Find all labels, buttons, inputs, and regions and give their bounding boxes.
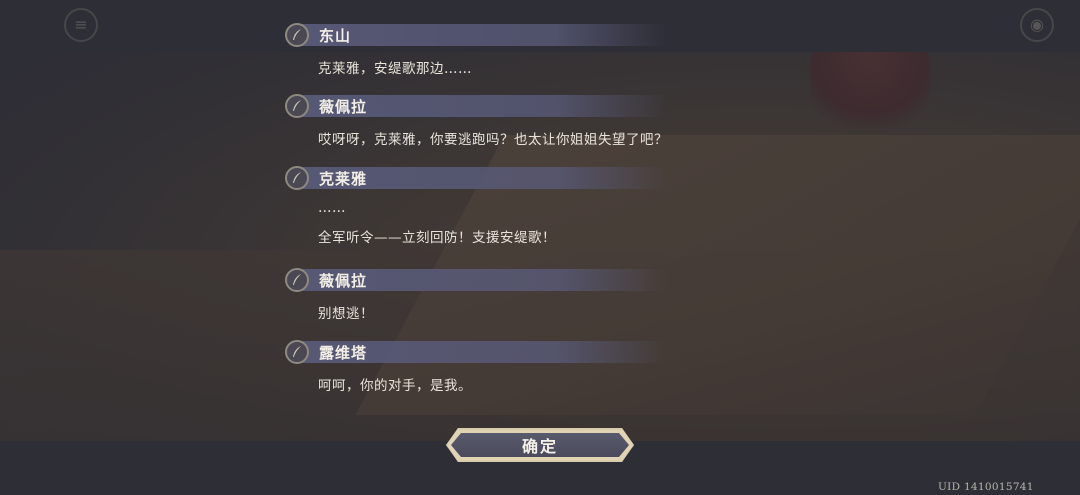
log-entry: 东山 克莱雅，安缇歌那边…… [285,23,765,77]
confirm-button-label: 确定 [451,433,629,457]
dialogue-line: …… [318,200,346,216]
log-entry: 薇佩拉 哎呀呀，克莱雅，你要逃跑吗？也太让你姐姐失望了吧？ [285,94,765,148]
speaker-name: 东山 [319,26,352,45]
speaker-name: 露维塔 [319,343,368,362]
dialogue-line: 哎呀呀，克莱雅，你要逃跑吗？也太让你姐姐失望了吧？ [318,132,668,148]
dialogue-line: 克莱雅，安缇歌那边…… [318,61,472,77]
menu-icon: ≡ [64,8,98,42]
dialogue-line: 全军听令——立刻回防！支援安缇歌！ [318,230,556,246]
speaker-name: 克莱雅 [319,169,368,188]
log-entry: 露维塔 呵呵，你的对手，是我。 [285,340,765,394]
quill-icon [285,340,309,364]
settings-icon: ◉ [1020,8,1054,42]
quill-icon [285,94,309,118]
speaker-name: 薇佩拉 [319,271,368,290]
quill-icon [285,166,309,190]
speaker-name: 薇佩拉 [319,97,368,116]
speaker-name-band [297,24,667,46]
quill-icon [285,268,309,292]
confirm-button[interactable]: 确定 [446,428,634,462]
quill-icon [285,23,309,47]
dialogue-line: 别想逃！ [318,306,374,322]
log-entry: 薇佩拉 别想逃！ [285,268,765,322]
dialogue-line: 呵呵，你的对手，是我。 [318,378,472,394]
log-entry: 克莱雅 …… 全军听令——立刻回防！支援安缇歌！ [285,166,765,246]
uid-text: UID 1410015741 [938,481,1034,493]
dialogue-log: 东山 克莱雅，安缇歌那边…… 薇佩拉 哎呀呀，克莱雅，你要逃跑吗？也太让你姐姐失… [285,0,765,441]
